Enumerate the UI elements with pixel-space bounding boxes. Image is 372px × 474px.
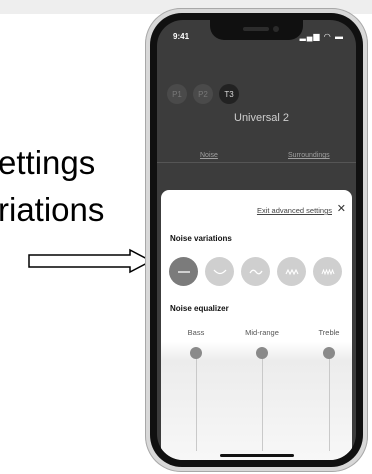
mid-range-slider-track[interactable] (262, 353, 263, 451)
tab-divider (157, 162, 356, 163)
phone-screen: 9:41 ▂▄▆ ◠ ▬ P1 P2 T3 Universal 2 Noise … (157, 20, 356, 460)
callout-arrow-icon (28, 248, 153, 274)
tab-surroundings[interactable]: Surroundings (288, 152, 330, 159)
zigzag-icon (285, 268, 298, 275)
close-icon[interactable]: ✕ (337, 202, 346, 215)
variation-button-flat[interactable] (169, 257, 198, 286)
treble-slider-track[interactable] (329, 353, 330, 451)
noise-variations-row (169, 257, 342, 286)
advanced-settings-sheet: Exit advanced settings ✕ Noise variation… (161, 190, 352, 460)
mid-range-slider-thumb[interactable] (256, 347, 268, 359)
status-time: 9:41 (173, 32, 190, 41)
equalizer-label-treble: Treble (318, 328, 340, 337)
variation-button-zigzag[interactable] (277, 257, 306, 286)
treble-slider-thumb[interactable] (323, 347, 335, 359)
noise-variations-title: Noise variations (170, 234, 232, 243)
variation-button-low-wave[interactable] (205, 257, 234, 286)
signal-wifi-battery-icon: ▂▄▆ ◠ ▬ (299, 32, 344, 41)
preset-button-p1[interactable]: P1 (167, 84, 187, 104)
preset-selector: P1 P2 T3 (167, 84, 239, 104)
variation-button-wave[interactable] (241, 257, 270, 286)
preset-button-t3[interactable]: T3 (219, 84, 239, 104)
bass-slider-thumb[interactable] (190, 347, 202, 359)
profile-name: Universal 2 (234, 112, 290, 124)
equalizer-label-mid-range: Mid-range (245, 328, 279, 337)
flat-line-icon (177, 270, 190, 273)
preset-button-p2[interactable]: P2 (193, 84, 213, 104)
home-indicator[interactable] (220, 454, 294, 457)
noise-equalizer-title: Noise equalizer (170, 304, 229, 313)
exit-advanced-settings-link[interactable]: Exit advanced settings (257, 206, 332, 215)
speaker-icon (243, 27, 269, 31)
notch (210, 20, 303, 40)
phone-frame: 9:41 ▂▄▆ ◠ ▬ P1 P2 T3 Universal 2 Noise … (145, 8, 368, 472)
tab-noise[interactable]: Noise (200, 152, 218, 159)
dense-zigzag-icon (321, 268, 334, 275)
camera-icon (273, 26, 279, 32)
variation-button-dense-zigzag[interactable] (313, 257, 342, 286)
equalizer-background (161, 342, 352, 460)
equalizer-label-bass: Bass (187, 328, 205, 337)
low-wave-icon (213, 269, 226, 274)
wave-icon (248, 269, 263, 274)
bass-slider-track[interactable] (196, 353, 197, 451)
